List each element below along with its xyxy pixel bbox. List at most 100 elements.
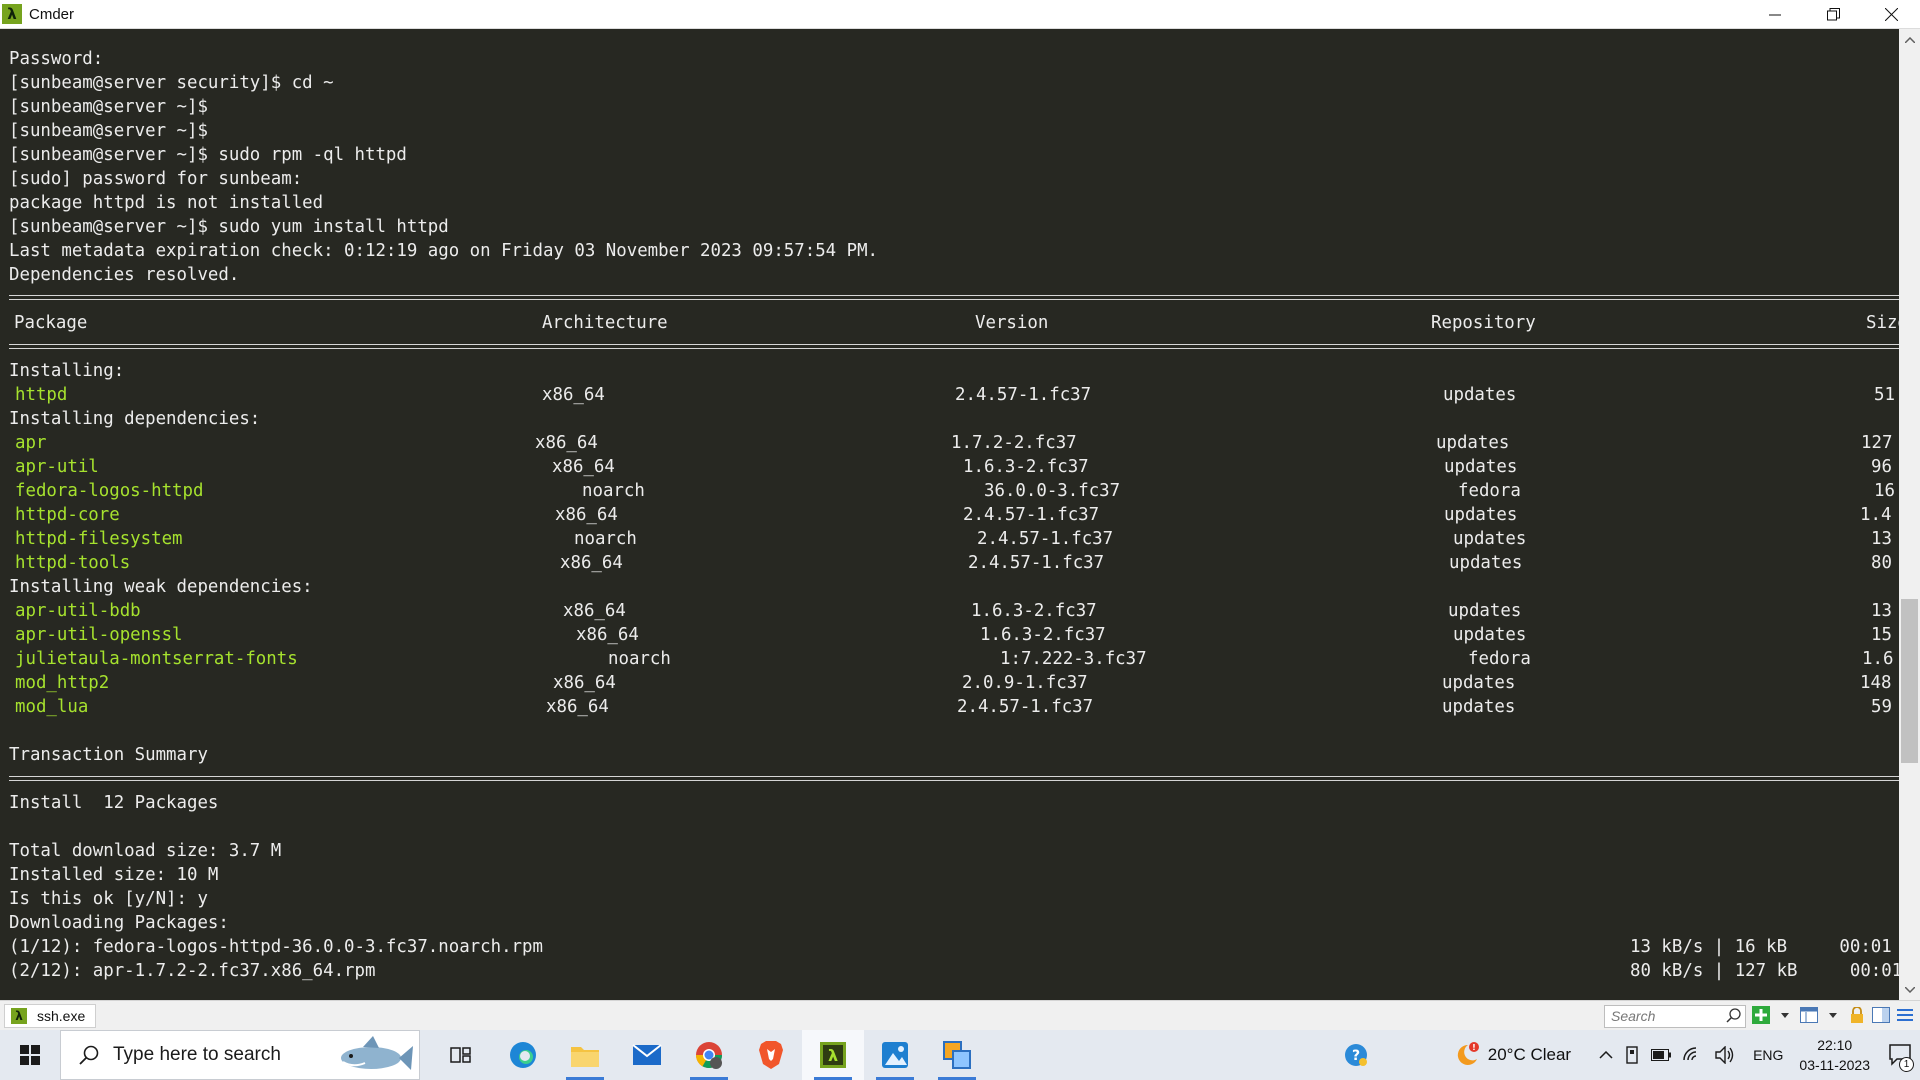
window-title: Cmder xyxy=(29,5,75,23)
task-view-button[interactable] xyxy=(430,1030,492,1080)
start-button[interactable] xyxy=(0,1030,60,1080)
package-name: httpd-tools xyxy=(15,553,131,573)
photos-app-button[interactable] xyxy=(864,1030,926,1080)
package-name: apr-util xyxy=(15,457,99,477)
package-name: apr-util-openssl xyxy=(15,625,183,645)
notification-center-button[interactable]: 1 xyxy=(1880,1030,1920,1080)
vertical-scrollbar[interactable] xyxy=(1899,29,1920,1000)
svg-text:!: ! xyxy=(1472,1043,1476,1052)
notification-count-badge: 1 xyxy=(1899,1057,1914,1072)
lock-button[interactable] xyxy=(1848,1006,1866,1024)
brave-browser-icon xyxy=(759,1041,783,1069)
package-repo: updates xyxy=(1453,625,1527,645)
package-version: 36.0.0-3.fc37 xyxy=(984,481,1121,501)
tab-list-button[interactable] xyxy=(1800,1006,1818,1024)
volume-button[interactable] xyxy=(1715,1046,1735,1064)
console-search-input[interactable]: Search xyxy=(1604,1005,1746,1028)
chrome-app-button[interactable] xyxy=(678,1030,740,1080)
cmder-app-button[interactable]: λ xyxy=(802,1030,864,1080)
package-size: 148 k xyxy=(1860,673,1892,693)
search-icon xyxy=(79,1045,99,1065)
terminal-line: [sunbeam@server ~]$ sudo rpm -ql httpd xyxy=(9,145,407,165)
brave-app-button[interactable] xyxy=(740,1030,802,1080)
section-title: Installing: xyxy=(9,361,125,381)
wifi-icon xyxy=(1683,1047,1697,1061)
show-hidden-icons-button[interactable] xyxy=(1599,1051,1613,1059)
cmder-status-bar: λ ssh.exe Search xyxy=(0,1000,1920,1030)
package-arch: x86_64 xyxy=(563,601,626,621)
taskbar-pinned-apps: λ xyxy=(430,1030,988,1080)
package-name: mod_http2 xyxy=(15,673,110,693)
system-tray: ? ! 20°C Clear ENG 22:10 03-11-2023 1 xyxy=(1338,1030,1920,1080)
package-version: 1.6.3-2.fc37 xyxy=(971,601,1097,621)
package-size: 59 k xyxy=(1871,697,1892,717)
console-tab[interactable]: λ ssh.exe xyxy=(4,1004,96,1028)
package-name: httpd xyxy=(15,385,68,405)
package-version: 1.6.3-2.fc37 xyxy=(963,457,1089,477)
language-indicator[interactable]: ENG xyxy=(1753,1047,1783,1063)
clock-button[interactable]: 22:10 03-11-2023 xyxy=(1799,1035,1870,1075)
section-title: Installing weak dependencies: xyxy=(9,577,313,597)
minimize-icon xyxy=(1769,14,1781,15)
section-title: Installing dependencies: xyxy=(9,409,261,429)
package-size: 1.6 M xyxy=(1862,649,1894,669)
file-explorer-app-button[interactable] xyxy=(554,1030,616,1080)
edge-app-button[interactable] xyxy=(492,1030,554,1080)
package-size: 51 k xyxy=(1874,385,1895,405)
package-size: 96 k xyxy=(1871,457,1892,477)
tab-list-dropdown[interactable] xyxy=(1824,1006,1842,1024)
photos-icon xyxy=(882,1042,908,1068)
terminal-line: Is this ok [y/N]: y xyxy=(9,889,208,909)
chevron-down-icon xyxy=(1904,986,1915,993)
new-console-dropdown[interactable] xyxy=(1776,1006,1794,1024)
terminal-line: package httpd is not installed xyxy=(9,193,324,213)
download-line: (2/12): apr-1.7.2-2.fc37.x86_64.rpm xyxy=(9,961,376,981)
restore-icon xyxy=(1826,8,1840,21)
wifi-button[interactable] xyxy=(1683,1047,1703,1063)
package-repo: updates xyxy=(1442,673,1516,693)
package-name: julietaula-montserrat-fonts xyxy=(15,649,298,669)
mail-app-button[interactable] xyxy=(616,1030,678,1080)
package-version: 2.4.57-1.fc37 xyxy=(957,697,1094,717)
column-header-repository: Repository xyxy=(1431,313,1536,333)
windows-taskbar: Type here to search λ ? ! 20°C Clear ENG… xyxy=(0,1030,1920,1080)
new-console-button[interactable] xyxy=(1752,1006,1770,1024)
edge-browser-icon xyxy=(510,1042,536,1068)
virtualbox-app-button[interactable] xyxy=(926,1030,988,1080)
terminal-line: Installed size: 10 M xyxy=(9,865,219,885)
terminal-output[interactable]: Password: [sunbeam@server security]$ cd … xyxy=(0,29,1899,1000)
package-repo: fedora xyxy=(1458,481,1521,501)
package-repo: updates xyxy=(1448,601,1522,621)
scrollbar-thumb[interactable] xyxy=(1901,599,1918,763)
package-repo: updates xyxy=(1444,457,1518,477)
package-repo: updates xyxy=(1449,553,1523,573)
minimize-button[interactable] xyxy=(1746,0,1804,29)
terminal-line: [sunbeam@server ~]$ sudo yum install htt… xyxy=(9,217,449,237)
cmder-icon: λ xyxy=(820,1042,846,1068)
split-view-button[interactable] xyxy=(1872,1006,1890,1024)
taskbar-search-input[interactable]: Type here to search xyxy=(60,1030,420,1080)
package-name: fedora-logos-httpd xyxy=(15,481,204,501)
package-name: httpd-filesystem xyxy=(15,529,183,549)
package-arch: x86_64 xyxy=(552,457,615,477)
package-repo: updates xyxy=(1436,433,1510,453)
restore-button[interactable] xyxy=(1804,0,1862,29)
table-divider xyxy=(9,776,1899,781)
table-divider xyxy=(9,344,1899,349)
battery-button[interactable] xyxy=(1651,1049,1672,1061)
scroll-up-button[interactable] xyxy=(1899,29,1920,50)
download-line: (1/12): fedora-logos-httpd-36.0.0-3.fc37… xyxy=(9,937,543,957)
help-tray-button[interactable]: ? xyxy=(1344,1043,1368,1067)
weather-widget[interactable]: ! 20°C Clear xyxy=(1454,1042,1571,1068)
terminal-line: [sudo] password for sunbeam: xyxy=(9,169,303,189)
window-titlebar: λ Cmder xyxy=(0,0,1920,29)
transaction-summary-heading: Transaction Summary xyxy=(9,745,208,765)
menu-button[interactable] xyxy=(1896,1006,1914,1024)
scroll-down-button[interactable] xyxy=(1899,979,1920,1000)
package-arch: noarch xyxy=(608,649,671,669)
package-arch: x86_64 xyxy=(542,385,605,405)
lock-icon xyxy=(1851,1007,1863,1023)
usb-tray-icon-button[interactable] xyxy=(1625,1046,1639,1064)
close-button[interactable] xyxy=(1862,0,1920,29)
download-stats: 13 kB/s | 16 kB 00:01 xyxy=(1630,937,1892,957)
